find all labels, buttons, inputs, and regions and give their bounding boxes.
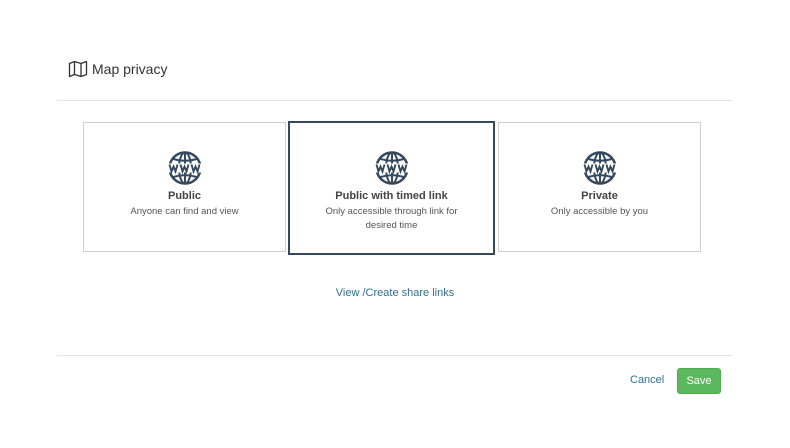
option-description: Only accessible through link for desired… — [325, 206, 458, 231]
www-globe-icon — [374, 151, 409, 185]
www-globe-icon — [167, 151, 202, 185]
www-globe-icon — [582, 151, 617, 185]
save-button[interactable]: Save — [677, 368, 721, 394]
privacy-option-private[interactable]: Private Only accessible by you — [498, 122, 701, 252]
privacy-options: Public Anyone can find and view Public w… — [83, 121, 703, 255]
header-divider — [57, 100, 732, 101]
dialog-title: Map privacy — [92, 61, 168, 77]
view-create-share-links-link[interactable]: View /Create share links — [0, 287, 790, 299]
map-icon — [68, 60, 88, 78]
option-title: Public with timed link — [335, 190, 448, 202]
privacy-option-public[interactable]: Public Anyone can find and view — [83, 122, 286, 252]
privacy-option-timed-link[interactable]: Public with timed link Only accessible t… — [288, 121, 495, 255]
option-title: Public — [167, 190, 201, 202]
option-description: Only accessible by you — [550, 206, 649, 217]
option-description: Anyone can find and view — [130, 206, 239, 217]
dialog-header: Map privacy — [68, 60, 167, 78]
footer-divider — [57, 355, 732, 356]
option-title: Private — [581, 190, 618, 202]
cancel-button[interactable]: Cancel — [630, 374, 664, 386]
